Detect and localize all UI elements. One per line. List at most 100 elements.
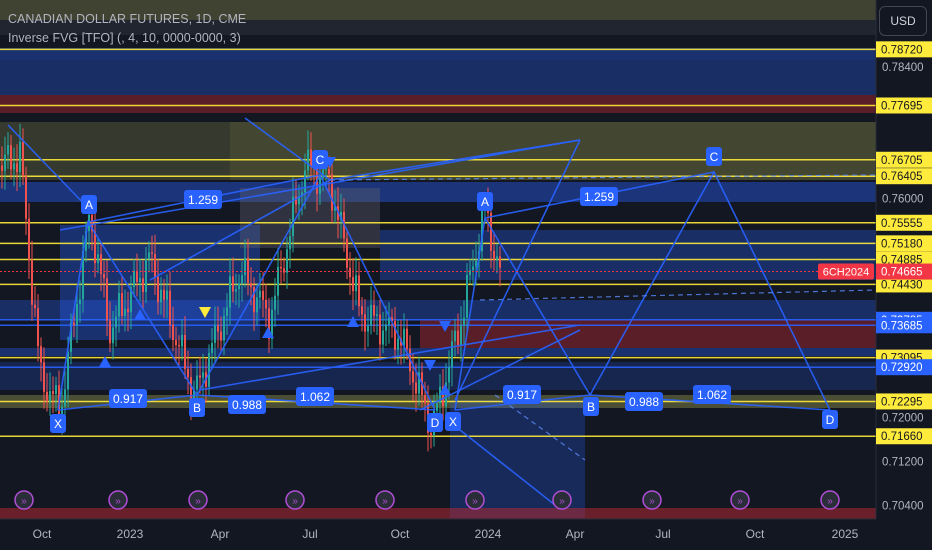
pattern-point-label: D <box>826 413 835 427</box>
candle-body <box>289 236 291 250</box>
session-marker-glyph: » <box>737 496 743 507</box>
time-tick-label: 2025 <box>832 527 859 541</box>
candle-body <box>466 274 468 318</box>
time-tick-label: Oct <box>746 527 765 541</box>
candle-body <box>112 327 114 344</box>
candle-body <box>385 324 387 331</box>
symbol-title: CANADIAN DOLLAR FUTURES, 1D, CME <box>8 12 247 26</box>
time-tick-label: Oct <box>391 527 410 541</box>
candle-body <box>46 391 48 402</box>
candle-body <box>136 270 138 283</box>
price-tag-label: 0.76705 <box>881 155 923 167</box>
candle-body <box>169 290 171 325</box>
candle-body <box>40 346 42 363</box>
candle-body <box>355 275 357 292</box>
candle-body <box>217 325 219 332</box>
candle-body <box>4 154 6 171</box>
candle-body <box>241 275 243 284</box>
candle-body <box>97 254 99 264</box>
pattern-point-label: X <box>449 415 457 429</box>
candle-body <box>124 308 126 316</box>
price-tick-label: 0.72000 <box>882 413 924 425</box>
candle-body <box>346 238 348 268</box>
candle-body <box>142 278 144 293</box>
time-tick-label: Oct <box>33 527 52 541</box>
candle-body <box>31 259 33 305</box>
zone-box <box>420 320 876 348</box>
pattern-point-label: A <box>481 195 489 209</box>
candle-body <box>349 267 351 278</box>
candle-body <box>304 170 306 193</box>
session-marker-glyph: » <box>382 496 388 507</box>
candle-body <box>106 278 108 321</box>
candle-body <box>148 252 150 259</box>
candle-body <box>262 290 264 300</box>
candle-body <box>127 308 129 313</box>
candle-body <box>469 270 471 275</box>
candle-body <box>403 328 405 346</box>
candle-body <box>292 196 294 237</box>
currency-button[interactable]: USD <box>879 6 927 36</box>
candle-body <box>250 282 252 288</box>
indicator-title: Inverse FVG [TFO] (, 4, 10, 0000-0000, 3… <box>8 31 241 45</box>
price-tag-label: 0.75555 <box>881 218 923 230</box>
session-marker-glyph: » <box>827 496 833 507</box>
candle-body <box>310 149 312 167</box>
zone-box <box>0 362 876 390</box>
candle-body <box>232 276 234 292</box>
zone-box <box>380 230 876 280</box>
candle-body <box>178 345 180 347</box>
candle-body <box>76 304 78 325</box>
candle-body <box>220 331 222 341</box>
zone-box <box>0 95 876 113</box>
candle-body <box>214 325 216 343</box>
zone-box <box>0 508 876 519</box>
ratio-label: 1.259 <box>188 193 218 207</box>
candle-body <box>151 252 153 254</box>
ratio-label: 0.917 <box>113 392 143 406</box>
candle-body <box>7 145 9 155</box>
candle-body <box>367 325 369 332</box>
candle-body <box>307 149 309 171</box>
session-marker-glyph: » <box>195 496 201 507</box>
candle-body <box>103 274 105 279</box>
pattern-point-label: C <box>316 153 325 167</box>
price-tag-label: 0.77695 <box>881 100 923 112</box>
session-marker-glyph: » <box>649 496 655 507</box>
candle-body <box>382 330 384 345</box>
candle-body <box>463 317 465 326</box>
candle-body <box>496 256 498 260</box>
ratio-label: 0.988 <box>629 395 659 409</box>
candle-body <box>358 275 360 307</box>
candle-body <box>397 338 399 350</box>
candle-body <box>499 256 501 268</box>
candle-body <box>373 304 375 316</box>
candle-body <box>430 432 432 436</box>
candle-body <box>184 334 186 369</box>
candle-body <box>109 320 111 344</box>
ratio-label: 1.062 <box>300 390 330 404</box>
candle-body <box>55 385 57 395</box>
candle-body <box>154 253 156 277</box>
candle-body <box>406 328 408 349</box>
candle-body <box>211 342 213 353</box>
candle-body <box>256 297 258 313</box>
candle-body <box>52 391 54 395</box>
candle-body <box>490 212 492 251</box>
ratio-label: 0.917 <box>507 388 537 402</box>
pattern-point-label: B <box>193 401 201 415</box>
candle-body <box>13 163 15 170</box>
session-marker-glyph: » <box>559 496 565 507</box>
price-tick-label: 0.78400 <box>882 62 924 74</box>
candle-body <box>328 168 330 175</box>
candle-body <box>274 295 276 310</box>
candle-body <box>286 249 288 273</box>
candle-body <box>196 375 198 390</box>
candle-body <box>451 341 453 368</box>
candle-body <box>79 299 81 305</box>
price-chart[interactable]: XABCD XABCD1.2590.917 0.9881.0621.2590.917… <box>0 0 932 550</box>
candle-body <box>280 266 282 269</box>
candle-body <box>94 231 96 264</box>
candle-body <box>118 293 120 317</box>
ratio-label: 0.988 <box>232 398 262 412</box>
